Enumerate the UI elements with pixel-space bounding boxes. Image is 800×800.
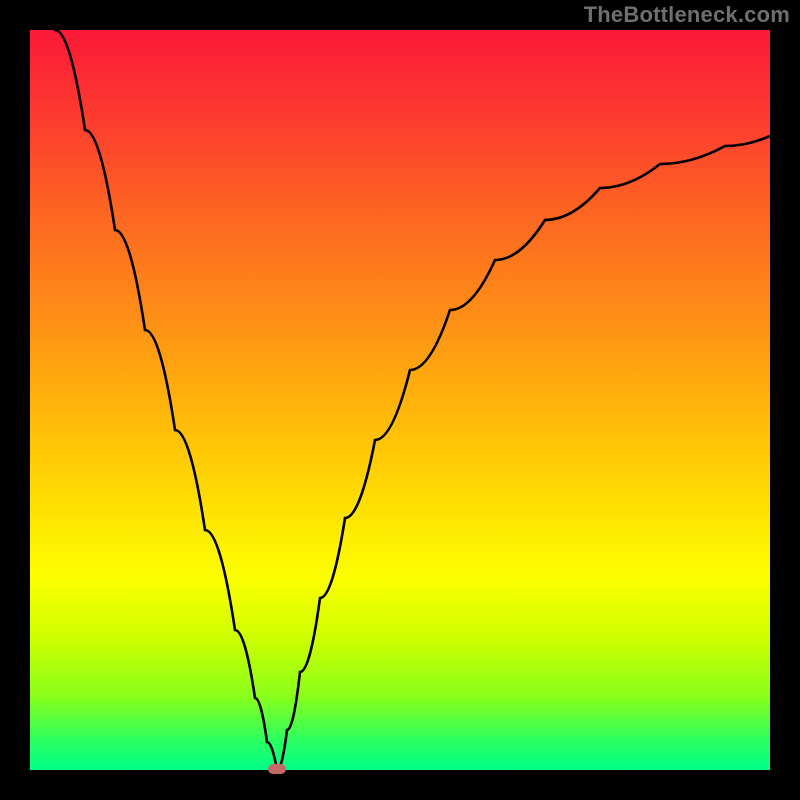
watermark-text: TheBottleneck.com — [584, 2, 790, 28]
curve-right-branch — [277, 136, 770, 770]
chart-area — [30, 30, 770, 770]
curve-left-branch — [55, 30, 277, 770]
bottleneck-curve — [30, 30, 770, 770]
optimum-marker — [268, 764, 286, 774]
